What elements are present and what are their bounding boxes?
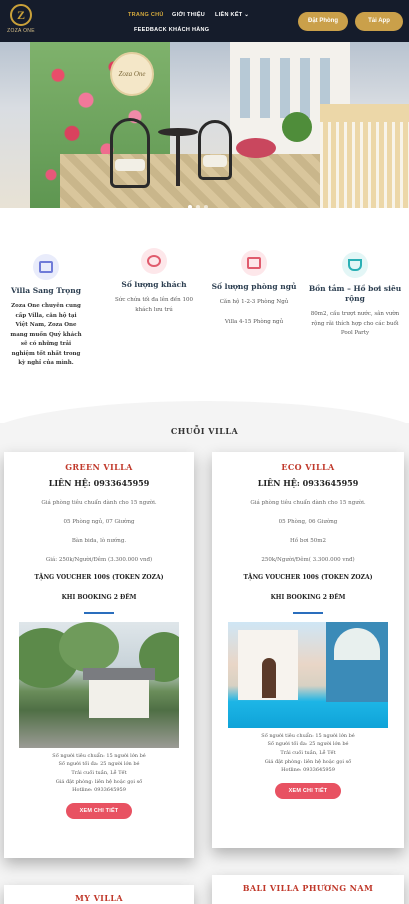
villa-photo[interactable] <box>228 621 388 728</box>
hero-table <box>158 128 198 188</box>
hero-plant <box>282 112 312 142</box>
nav-feedback[interactable]: FEEDBACK KHÁCH HÀNG <box>134 27 209 33</box>
villa-line: Giá phòng tiêu chuẩn dành cho 15 người. <box>250 500 366 506</box>
feature-guests: Số lượng khách Sức chứa tối đa lên đến 1… <box>112 248 196 315</box>
villa-card-green: GREEN VILLA LIÊN HỆ: 0933645959 Giá phòn… <box>4 452 194 858</box>
villa-line: 05 Phòng, 06 Giường <box>278 519 338 525</box>
villa-spec: Giá đặt phòng: liên hệ hoặc gọi số <box>264 758 352 765</box>
features-section: Villa Sang Trọng Zoza One chuyên cung cấ… <box>0 208 409 441</box>
villa-booking-note: KHI BOOKING 2 ĐÊM <box>270 594 346 601</box>
main-nav: TRANG CHỦ GIỚI THIỆU LIÊN KẾT ⌄ FEEDBACK… <box>124 10 284 38</box>
divider <box>84 612 114 614</box>
book-room-button[interactable]: Đặt Phòng <box>298 12 348 31</box>
feature-luxury-villa: Villa Sang Trọng Zoza One chuyên cung cấ… <box>10 254 82 369</box>
villa-name: BALI VILLA PHƯƠNG NAM <box>242 883 374 893</box>
villa-card-my: MY VILLA <box>4 885 194 904</box>
slider-dots[interactable] <box>186 194 226 208</box>
hero-railing <box>320 104 409 208</box>
nav-links-dropdown[interactable]: LIÊN KẾT ⌄ <box>215 12 249 18</box>
feature-title: Số lượng khách <box>121 280 187 289</box>
feature-pool: Bồn tắm – Hồ bơi siêu rộng 80m2, cầu trư… <box>308 252 402 339</box>
villa-spec: Số người tiêu chuẩn: 15 người lớn bé <box>52 752 146 759</box>
hero-sign: Zoza One <box>110 52 154 96</box>
villa-name: MY VILLA <box>75 893 123 903</box>
villa-voucher: TẶNG VOUCHER 100$ (TOKEN ZOZA) <box>243 574 373 581</box>
villa-phone[interactable]: LIÊN HỆ: 0933645959 <box>212 478 404 488</box>
villa-spec: Số người tiêu chuẩn: 15 người lớn bé <box>261 732 355 739</box>
view-details-button[interactable]: XEM CHI TIẾT <box>65 803 133 820</box>
guests-icon <box>141 248 167 274</box>
bed-icon <box>241 250 267 276</box>
villa-spec: Giá đặt phòng: liên hệ hoặc gọi số <box>55 778 143 785</box>
bathtub-icon <box>342 252 368 278</box>
feature-text: Căn hộ 1-2-3 Phòng Ngủ <box>219 299 289 305</box>
feature-text: Sức chứa tối đa lên đến 100 khách lưu tr… <box>115 297 193 313</box>
villa-spec: Số người tối đa: 25 người lớn bé <box>267 741 349 748</box>
feature-text: Villa 4-15 Phòng ngủ <box>224 318 284 325</box>
logo-text: ZOZA ONE <box>7 28 35 34</box>
villa-line: 250k/Người/Đêm( 3.300.000 vnđ) <box>261 557 355 563</box>
villa-line: Hồ bơi 50m2 <box>290 538 326 544</box>
villa-line: 05 Phòng ngủ, 07 Giường <box>63 519 135 525</box>
section-title: CHUỖI VILLA <box>170 426 239 436</box>
hero-plant <box>236 138 276 158</box>
villa-line: Giá: 250k/Người/Đêm (3.300.000 vnđ) <box>45 557 153 563</box>
site-header: Z ZOZA ONE TRANG CHỦ GIỚI THIỆU LIÊN KẾT… <box>0 0 409 42</box>
villa-spec: Trải cuối tuần, Lễ Tết <box>71 769 127 776</box>
villa-phone[interactable]: LIÊN HỆ: 0933645959 <box>4 478 194 488</box>
hero-chair <box>110 118 150 188</box>
villa-line: Giá phòng tiêu chuẩn dành cho 15 người. <box>41 500 157 506</box>
villa-name: GREEN VILLA <box>65 462 133 472</box>
view-details-button[interactable]: XEM CHI TIẾT <box>274 783 342 800</box>
logo-mark: Z <box>10 4 32 26</box>
villa-spec: Trải cuối tuần, Lễ Tết <box>280 749 336 756</box>
villa-card-eco: ECO VILLA LIÊN HỆ: 0933645959 Giá phòng … <box>212 452 404 848</box>
villa-spec: Hotline: 0933645959 <box>281 767 335 774</box>
villa-booking-note: KHI BOOKING 2 ĐÊM <box>61 594 137 601</box>
hero-slider[interactable]: Zoza One <box>0 42 409 208</box>
nav-home[interactable]: TRANG CHỦ <box>128 12 164 18</box>
feature-text: 80m2, cầu trượt nước, sân vườn rộng rãi … <box>310 311 400 336</box>
villa-card-bali: BALI VILLA PHƯƠNG NAM <box>212 875 404 904</box>
logo[interactable]: Z ZOZA ONE <box>6 4 36 38</box>
hero-chair <box>198 120 232 180</box>
feature-title: Bồn tắm – Hồ bơi siêu rộng <box>308 284 402 303</box>
villa-spec: Hotline: 0933645959 <box>72 787 126 794</box>
feature-title: Villa Sang Trọng <box>11 286 81 295</box>
villa-photo[interactable] <box>19 621 179 748</box>
feature-text: Zoza One chuyên cung cấp Villa, căn hộ t… <box>10 303 82 366</box>
download-app-button[interactable]: Tải App <box>355 12 403 31</box>
villa-spec: Số người tối đa: 25 người lớn bé <box>58 761 140 768</box>
feature-title: Số lượng phòng ngủ <box>211 282 297 291</box>
villa-name: ECO VILLA <box>281 462 335 472</box>
divider <box>293 612 323 614</box>
feature-bedrooms: Số lượng phòng ngủ Căn hộ 1-2-3 Phòng Ng… <box>210 250 298 327</box>
nav-about[interactable]: GIỚI THIỆU <box>172 12 205 18</box>
villa-line: Bàn bida, lò nướng. <box>71 538 127 544</box>
villa-voucher: TẶNG VOUCHER 100$ (TOKEN ZOZA) <box>34 574 164 581</box>
villa-icon <box>33 254 59 280</box>
